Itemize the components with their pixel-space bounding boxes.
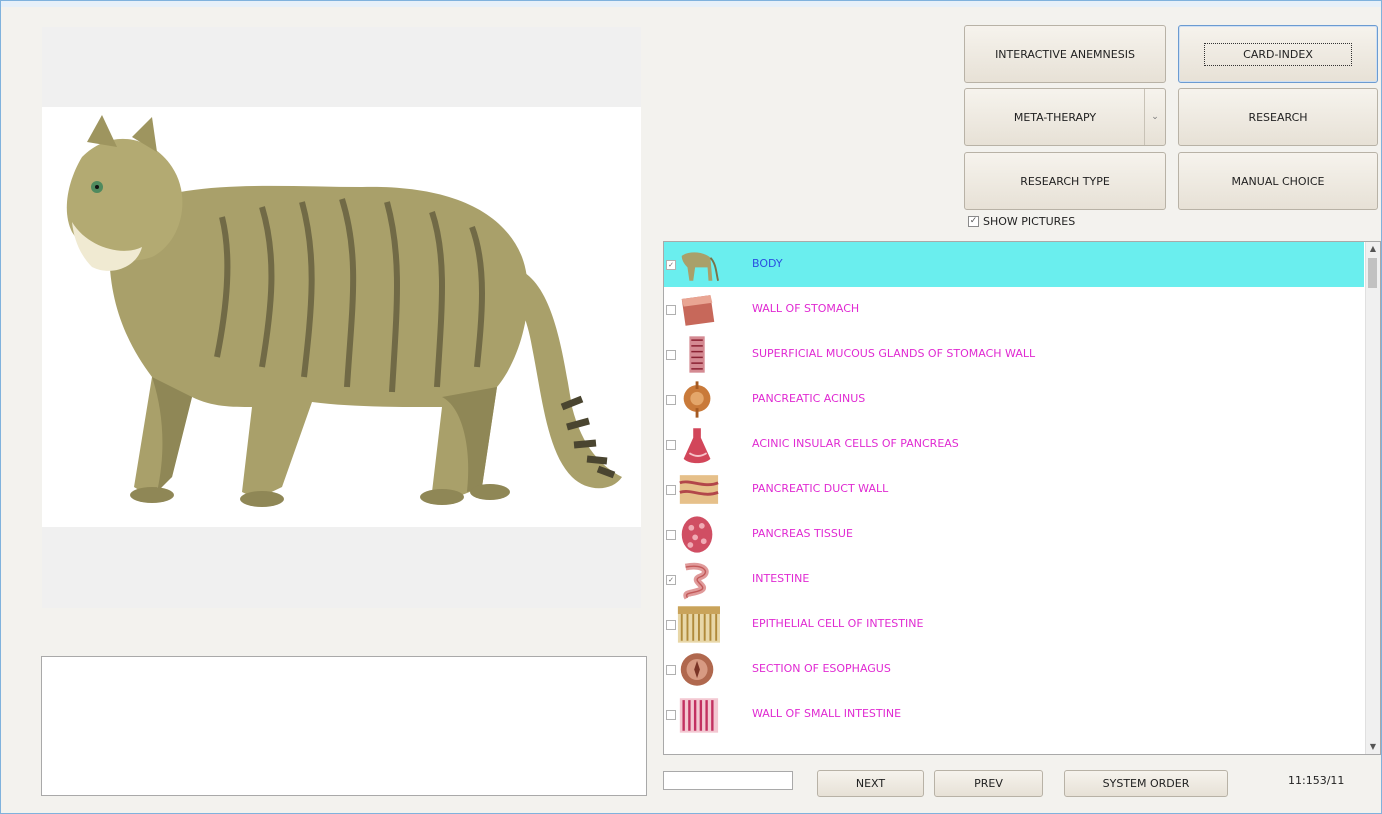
scroll-up-icon[interactable]: ▲ bbox=[1366, 242, 1380, 256]
research-button[interactable]: RESEARCH bbox=[1178, 88, 1378, 146]
prev-label: PREV bbox=[974, 777, 1003, 790]
list-item-label: WALL OF STOMACH bbox=[752, 302, 860, 315]
interactive-anemnesis-label: INTERACTIVE ANEMNESIS bbox=[995, 47, 1135, 61]
item-checkbox[interactable] bbox=[666, 485, 676, 495]
list-item[interactable]: SUPERFICIAL MUCOUS GLANDS OF STOMACH WAL… bbox=[664, 332, 1364, 377]
insular-thumb-icon bbox=[683, 428, 711, 464]
show-pictures-label: SHOW PICTURES bbox=[983, 215, 1076, 228]
item-checkbox[interactable] bbox=[666, 395, 676, 405]
item-checkbox[interactable]: ✓ bbox=[666, 260, 676, 270]
acinus-thumb-icon bbox=[683, 381, 711, 418]
item-checkbox[interactable] bbox=[666, 620, 676, 630]
list-item-label: BODY bbox=[752, 257, 783, 270]
card-index-button[interactable]: CARD-INDEX bbox=[1178, 25, 1378, 83]
list-item[interactable]: ✓ INTESTINE bbox=[664, 557, 1364, 602]
list-item-label: EPITHELIAL CELL OF INTESTINE bbox=[752, 617, 924, 630]
item-checkbox[interactable] bbox=[666, 440, 676, 450]
list-item[interactable]: PANCREATIC DUCT WALL bbox=[664, 467, 1364, 512]
next-button[interactable]: NEXT bbox=[817, 770, 924, 797]
manual-choice-label: MANUAL CHOICE bbox=[1231, 174, 1325, 188]
list-item-label: WALL OF SMALL INTESTINE bbox=[752, 707, 902, 720]
stomach-wall-thumb-icon bbox=[681, 295, 715, 326]
item-checkbox[interactable] bbox=[666, 665, 676, 675]
list-item-label: INTESTINE bbox=[752, 572, 810, 585]
app-window: INTERACTIVE ANEMNESIS CARD-INDEX META-TH… bbox=[0, 0, 1382, 814]
item-checkbox[interactable]: ✓ bbox=[666, 575, 676, 585]
list-item-label: SECTION OF ESOPHAGUS bbox=[752, 662, 891, 675]
epithelial-thumb-icon bbox=[677, 606, 720, 643]
show-pictures-check-icon[interactable]: ✓ bbox=[968, 216, 979, 227]
duct-thumb-icon bbox=[679, 475, 719, 504]
item-list[interactable]: WALL OF SMALL INTESTINE SECTION OF ESOPHA… bbox=[663, 241, 1381, 755]
small-intestine-thumb-icon bbox=[679, 698, 719, 733]
image-preview-panel bbox=[42, 27, 641, 608]
scroll-down-icon[interactable]: ▼ bbox=[1366, 740, 1380, 754]
title-strip bbox=[1, 1, 1381, 7]
cat-thumb-icon bbox=[681, 252, 720, 281]
research-type-label: RESEARCH TYPE bbox=[1020, 174, 1110, 188]
research-type-button[interactable]: RESEARCH TYPE bbox=[964, 152, 1166, 210]
meta-therapy-button[interactable]: META-THERAPY ⌄ bbox=[964, 88, 1166, 146]
list-item[interactable]: SECTION OF ESOPHAGUS bbox=[664, 647, 1364, 692]
list-item[interactable]: ✓ BODY bbox=[664, 242, 1364, 287]
list-item-label: SUPERFICIAL MUCOUS GLANDS OF STOMACH WAL… bbox=[752, 347, 1036, 360]
item-checkbox[interactable] bbox=[666, 530, 676, 540]
meta-therapy-label: META-THERAPY bbox=[1013, 110, 1097, 124]
esophagus-thumb-icon bbox=[680, 653, 714, 686]
manual-choice-button[interactable]: MANUAL CHOICE bbox=[1178, 152, 1378, 210]
system-order-button[interactable]: SYSTEM ORDER bbox=[1064, 770, 1228, 797]
position-counter: 11:153/11 bbox=[1288, 774, 1345, 787]
search-input[interactable] bbox=[663, 771, 793, 790]
item-checkbox[interactable] bbox=[666, 305, 676, 315]
scroll-thumb[interactable] bbox=[1368, 258, 1377, 288]
list-item[interactable]: WALL OF SMALL INTESTINE bbox=[664, 692, 1364, 737]
item-checkbox[interactable] bbox=[666, 350, 676, 360]
interactive-anemnesis-button[interactable]: INTERACTIVE ANEMNESIS bbox=[964, 25, 1166, 83]
show-pictures-checkbox[interactable]: ✓ SHOW PICTURES bbox=[968, 215, 1075, 228]
list-scrollbar[interactable]: ▲ ▼ bbox=[1365, 242, 1380, 754]
cat-illustration bbox=[66, 115, 622, 507]
list-item[interactable]: EPITHELIAL CELL OF INTESTINE bbox=[664, 602, 1364, 647]
system-order-label: SYSTEM ORDER bbox=[1102, 777, 1190, 790]
item-checkbox[interactable] bbox=[666, 710, 676, 720]
chevron-down-icon[interactable]: ⌄ bbox=[1144, 89, 1165, 145]
image-preview bbox=[42, 107, 641, 527]
list-item-label: PANCREAS TISSUE bbox=[752, 527, 853, 540]
next-label: NEXT bbox=[855, 777, 886, 790]
intestine-thumb-icon bbox=[683, 562, 709, 600]
list-item[interactable]: PANCREAS TISSUE bbox=[664, 512, 1364, 557]
list-item-label: PANCREATIC ACINUS bbox=[752, 392, 866, 405]
notes-textarea[interactable] bbox=[41, 656, 647, 796]
glands-thumb-icon bbox=[689, 336, 705, 373]
research-label: RESEARCH bbox=[1248, 110, 1308, 124]
card-index-label: CARD-INDEX bbox=[1204, 42, 1352, 66]
tissue-thumb-icon bbox=[681, 516, 713, 553]
list-item-label: ACINIC INSULAR CELLS OF PANCREAS bbox=[752, 437, 959, 450]
list-item[interactable]: WALL OF STOMACH bbox=[664, 287, 1364, 332]
list-item[interactable]: PANCREATIC ACINUS bbox=[664, 377, 1364, 422]
list-item[interactable]: ACINIC INSULAR CELLS OF PANCREAS bbox=[664, 422, 1364, 467]
list-item-label: PANCREATIC DUCT WALL bbox=[752, 482, 889, 495]
prev-button[interactable]: PREV bbox=[934, 770, 1043, 797]
